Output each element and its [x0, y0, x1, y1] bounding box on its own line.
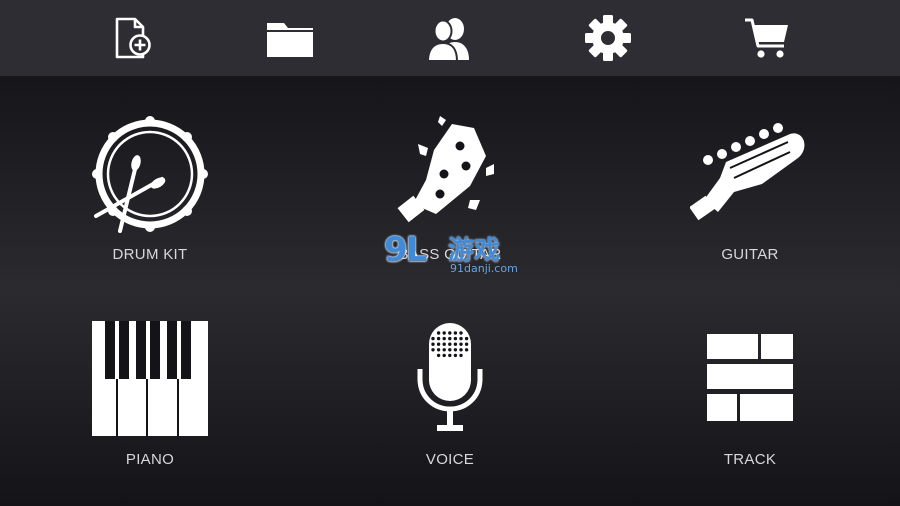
community-button[interactable]: [417, 8, 481, 68]
tile-guitar[interactable]: GUITAR: [650, 116, 850, 306]
tile-track[interactable]: TRACK: [650, 321, 850, 506]
tile-label: BASS GUITAR: [398, 246, 502, 263]
microphone-icon: [417, 323, 483, 431]
track-bricks-icon: [707, 334, 793, 421]
new-project-button[interactable]: [99, 8, 163, 68]
tile-label: TRACK: [723, 451, 777, 468]
instrument-grid: DRUM KIT BASS GUITAR GUITAR PIANO VOICE …: [0, 76, 900, 506]
folder-icon: [267, 23, 313, 57]
tile-label: PIANO: [125, 451, 175, 468]
piano-keys-icon: [92, 321, 208, 436]
tile-drum-kit[interactable]: DRUM KIT: [50, 116, 250, 306]
tile-piano[interactable]: PIANO: [50, 321, 250, 506]
users-icon: [426, 18, 469, 62]
open-folder-button[interactable]: [258, 8, 322, 68]
drum-kit-icon: [92, 116, 208, 233]
tile-label: GUITAR: [721, 246, 779, 263]
tile-label: DRUM KIT: [112, 246, 188, 263]
top-toolbar: [0, 0, 900, 76]
bass-guitar-headstock-icon: [397, 116, 494, 223]
new-file-icon: [115, 17, 151, 59]
tile-voice[interactable]: VOICE: [350, 321, 550, 506]
store-button[interactable]: [735, 8, 799, 68]
tile-bass-guitar[interactable]: BASS GUITAR: [350, 116, 550, 306]
cart-icon: [745, 18, 788, 58]
tile-label: VOICE: [425, 451, 475, 468]
guitar-headstock-icon: [690, 123, 805, 221]
gear-icon: [585, 15, 631, 61]
settings-button[interactable]: [576, 8, 640, 68]
